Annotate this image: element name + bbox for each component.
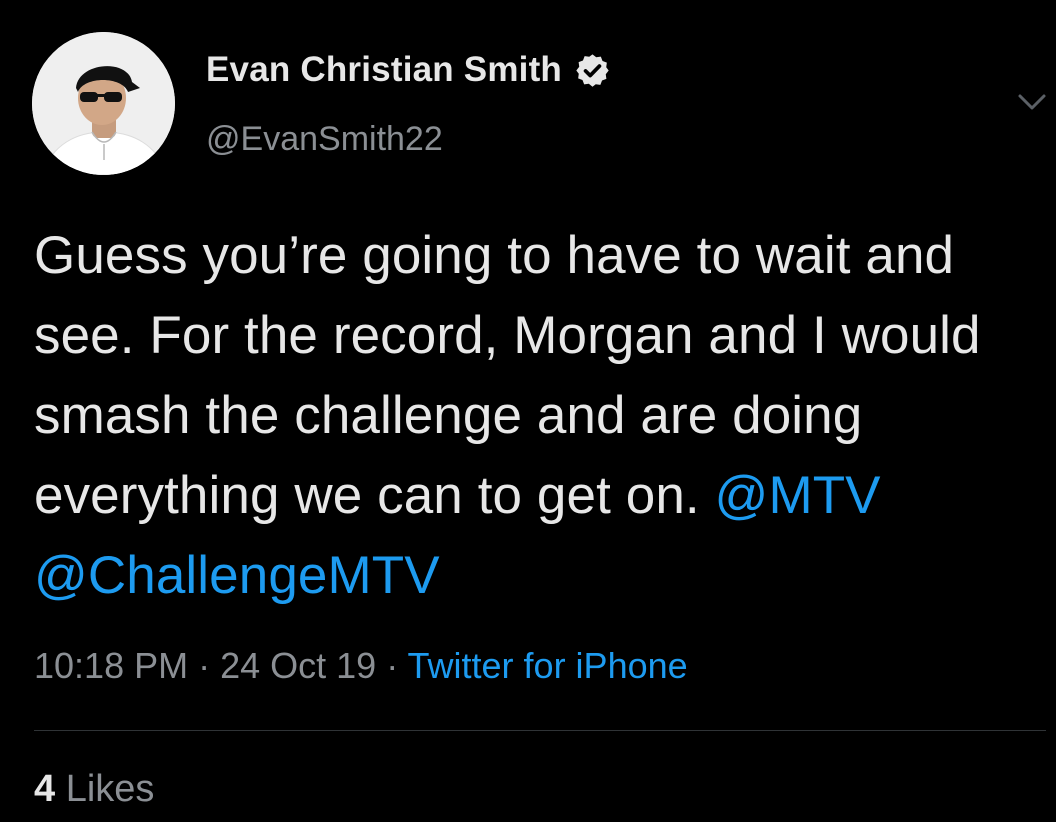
avatar-image bbox=[32, 32, 175, 175]
likes-count: 4 bbox=[34, 768, 56, 810]
meta-separator: · bbox=[188, 645, 221, 686]
divider bbox=[34, 730, 1046, 731]
tweet-time[interactable]: 10:18 PM bbox=[34, 645, 188, 686]
verified-badge-icon bbox=[574, 52, 611, 89]
tweet-text: Guess you’re going to have to wait and s… bbox=[34, 216, 1044, 616]
chevron-down-icon[interactable] bbox=[1014, 84, 1050, 120]
mention-challengemtv[interactable]: @ChallengeMTV bbox=[34, 546, 440, 605]
meta-separator: · bbox=[376, 645, 408, 686]
avatar[interactable] bbox=[32, 32, 175, 175]
author-handle[interactable]: @EvanSmith22 bbox=[206, 120, 443, 159]
likes-stat[interactable]: 4 Likes bbox=[34, 768, 154, 811]
author-name-row[interactable]: Evan Christian Smith bbox=[206, 50, 611, 90]
mention-mtv[interactable]: @MTV bbox=[715, 466, 881, 525]
tweet-source-link[interactable]: Twitter for iPhone bbox=[408, 645, 688, 686]
display-name[interactable]: Evan Christian Smith bbox=[206, 50, 562, 90]
tweet-date[interactable]: 24 Oct 19 bbox=[220, 645, 376, 686]
tweet-header: Evan Christian Smith @EvanSmith22 bbox=[32, 32, 1046, 177]
likes-label: Likes bbox=[65, 768, 155, 810]
tweet-meta: 10:18 PM · 24 Oct 19 · Twitter for iPhon… bbox=[34, 645, 688, 687]
